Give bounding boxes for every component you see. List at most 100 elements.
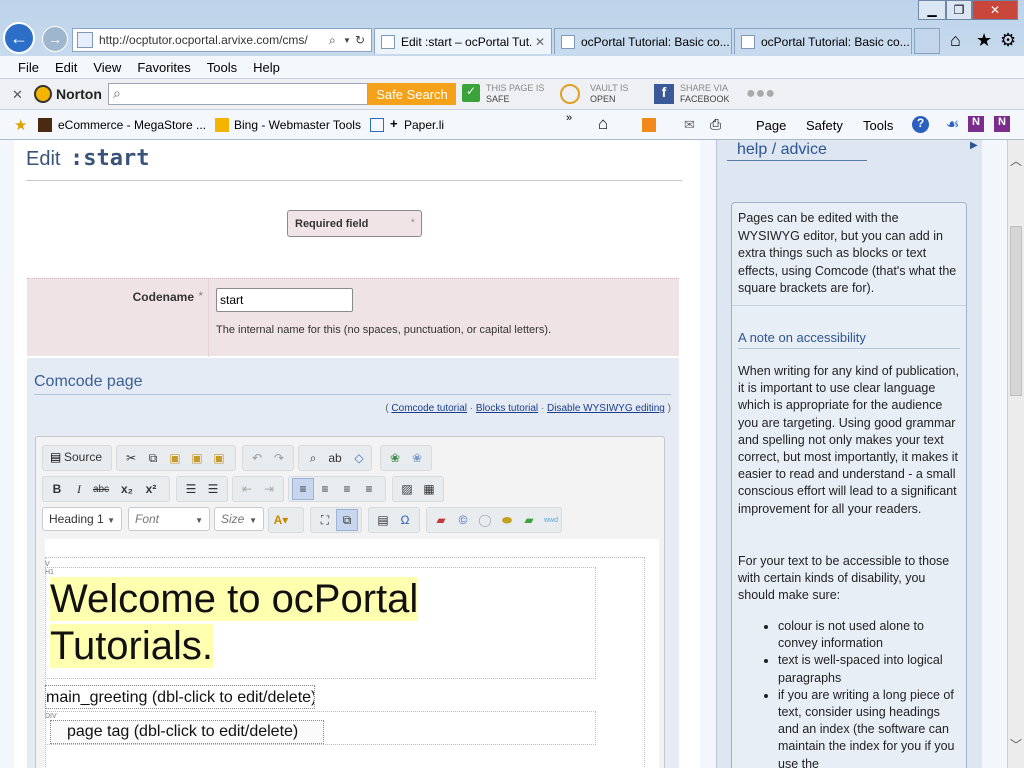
superscript-icon[interactable]: x² <box>140 478 162 500</box>
outdent-icon[interactable]: ⇤ <box>236 478 258 500</box>
block-icon[interactable]: ▰ <box>430 509 452 531</box>
codename-input[interactable]: start <box>216 288 353 312</box>
favorite-bing[interactable]: Bing - Webmaster Tools <box>234 118 361 132</box>
tab-close-icon[interactable]: ✕ <box>535 35 545 49</box>
text-color-icon[interactable]: A▾ <box>270 509 292 531</box>
paste-text-icon[interactable]: ▣ <box>186 447 208 469</box>
page-tag-block[interactable]: page tag (dbl-click to edit/delete) <box>50 720 324 744</box>
forward-button[interactable]: → <box>42 26 68 52</box>
rss-feed-icon[interactable] <box>642 118 656 132</box>
address-bar[interactable]: http://ocptutor.ocportal.arvixe.com/cms/… <box>72 28 372 52</box>
comcode-icon[interactable]: © <box>452 509 474 531</box>
print-icon[interactable]: ⎙ <box>710 116 721 133</box>
subscript-icon[interactable]: x₂ <box>116 478 138 500</box>
bold-icon[interactable]: B <box>46 478 68 500</box>
research-icon[interactable]: ☙ <box>946 115 959 133</box>
format-select[interactable]: Heading 1 ▼ <box>42 507 122 531</box>
refresh-icon[interactable]: ↻ <box>355 33 371 47</box>
scrollbar-thumb[interactable] <box>1010 226 1022 396</box>
vertical-scrollbar[interactable]: ︿ ﹀ <box>1007 140 1024 768</box>
size-select[interactable]: Size ▼ <box>214 507 264 531</box>
tab-tutorial-1[interactable]: ocPortal Tutorial: Basic co... <box>554 28 732 54</box>
onenote-icon[interactable]: N <box>968 116 984 132</box>
spellcheck-icon[interactable]: ❀ <box>384 447 406 469</box>
align-center-icon[interactable]: ≡ <box>314 478 336 500</box>
command-tools[interactable]: Tools <box>863 118 893 133</box>
menu-edit[interactable]: Edit <box>55 60 77 75</box>
command-page[interactable]: Page <box>756 118 786 133</box>
home-icon[interactable]: ⌂ <box>950 30 961 51</box>
new-tab-button[interactable] <box>914 28 940 54</box>
attachment-icon[interactable]: ◯ <box>474 509 496 531</box>
image-icon[interactable]: ▨ <box>396 478 418 500</box>
font-select[interactable]: Font ▼ <box>128 507 210 531</box>
cut-icon[interactable]: ✂ <box>120 447 142 469</box>
search-icon[interactable]: ⌕ <box>329 33 343 48</box>
editor-content-area[interactable]: V H1 Welcome to ocPortal Tutorials. main… <box>45 539 659 768</box>
menu-favorites[interactable]: Favorites <box>137 60 190 75</box>
safe-search-button[interactable]: Safe Search <box>368 83 456 105</box>
blocks-tutorial-link[interactable]: Blocks tutorial <box>476 403 538 414</box>
redo-icon[interactable]: ↷ <box>268 447 290 469</box>
italic-icon[interactable]: I <box>68 478 90 500</box>
source-button[interactable]: Source <box>64 450 102 464</box>
find-icon[interactable]: ⌕ <box>302 447 324 469</box>
special-char-icon[interactable]: Ω <box>394 509 416 531</box>
strike-icon[interactable]: abc <box>90 478 112 500</box>
copy-icon[interactable]: ⧉ <box>142 447 164 469</box>
word-count-icon[interactable]: wwd <box>540 509 562 531</box>
show-blocks-icon[interactable]: ⧉ <box>336 509 358 531</box>
favorite-paperli[interactable]: Paper.li <box>404 118 444 132</box>
favorite-megastore[interactable]: eCommerce - MegaStore ... <box>58 118 206 132</box>
collapse-arrow-icon[interactable]: ▶ <box>970 140 978 151</box>
heading-text[interactable]: Welcome to ocPortal Tutorials. <box>50 576 480 670</box>
more-options-icon[interactable]: ●●● <box>746 85 775 103</box>
command-safety[interactable]: Safety <box>806 118 843 133</box>
menu-view[interactable]: View <box>93 60 121 75</box>
favorites-star-icon[interactable]: ★ <box>976 30 992 51</box>
onenote-linked-icon[interactable]: N <box>994 116 1010 132</box>
minimize-button[interactable]: ▁ <box>918 0 946 20</box>
replace-icon[interactable]: ab <box>324 447 346 469</box>
overflow-chevron-icon[interactable]: » <box>566 112 572 124</box>
disable-wysiwyg-link[interactable]: Disable WYSIWYG editing <box>547 403 665 414</box>
spellcheck-as-you-type-icon[interactable]: ❀ <box>406 447 428 469</box>
green-block-icon[interactable]: ▰ <box>518 509 540 531</box>
menu-tools[interactable]: Tools <box>207 60 237 75</box>
favorites-star-icon[interactable]: ★ <box>14 116 27 134</box>
maximize-icon[interactable]: ⛶ <box>314 509 336 531</box>
back-button[interactable]: ← <box>3 22 35 54</box>
numbered-list-icon[interactable]: ☰ <box>180 478 202 500</box>
paste-icon[interactable]: ▣ <box>164 447 186 469</box>
align-justify-icon[interactable]: ≡ <box>358 478 380 500</box>
help-icon[interactable]: ? <box>912 116 929 133</box>
align-right-icon[interactable]: ≡ <box>336 478 358 500</box>
tab-edit-start[interactable]: Edit :start – ocPortal Tut... ✕ <box>374 28 552 54</box>
undo-icon[interactable]: ↶ <box>246 447 268 469</box>
norton-search-input[interactable]: ⌕ <box>108 83 368 105</box>
bulleted-list-icon[interactable]: ☰ <box>202 478 224 500</box>
table-icon[interactable]: ▦ <box>418 478 440 500</box>
list-item: text is well-spaced into logical paragra… <box>778 652 960 686</box>
tag-icon[interactable]: ⬬ <box>496 509 518 531</box>
tab-tutorial-2[interactable]: ocPortal Tutorial: Basic co... <box>734 28 912 54</box>
paste-word-icon[interactable]: ▣ <box>208 447 230 469</box>
menu-help[interactable]: Help <box>253 60 280 75</box>
home-icon[interactable]: ⌂ <box>598 114 608 134</box>
settings-gear-icon[interactable]: ⚙ <box>1000 30 1016 51</box>
close-window-button[interactable]: ✕ <box>972 0 1018 20</box>
horizontal-rule-icon[interactable]: ▤ <box>372 509 394 531</box>
scroll-up-icon[interactable]: ︿ <box>1010 152 1022 169</box>
facebook-icon[interactable]: f <box>654 84 674 104</box>
remove-format-icon[interactable]: ◇ <box>348 447 370 469</box>
maximize-button[interactable]: ❐ <box>946 0 972 20</box>
dropdown-icon[interactable]: ▼ <box>343 36 355 45</box>
read-mail-icon[interactable]: ✉ <box>684 117 695 133</box>
indent-icon[interactable]: ⇥ <box>258 478 280 500</box>
menu-file[interactable]: File <box>18 60 39 75</box>
comcode-tutorial-link[interactable]: Comcode tutorial <box>391 403 467 414</box>
close-toolbar-icon[interactable]: ✕ <box>12 87 23 103</box>
scroll-down-icon[interactable]: ﹀ <box>1010 736 1022 753</box>
main-greeting-block[interactable]: main_greeting (dbl-click to edit/delete) <box>45 685 315 709</box>
align-left-icon[interactable]: ≡ <box>292 478 314 500</box>
